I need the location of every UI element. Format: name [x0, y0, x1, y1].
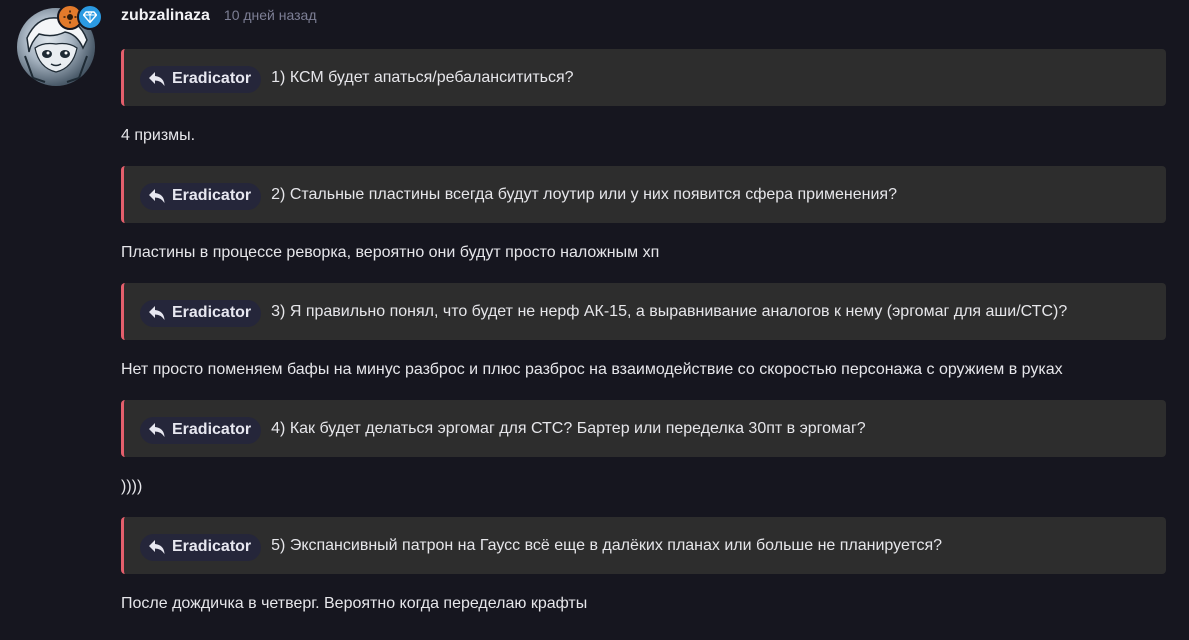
answer-text: 4 призмы.: [121, 127, 196, 144]
reply-arrow-icon: [149, 189, 165, 203]
reply-mention-chip[interactable]: Eradicator: [140, 299, 262, 327]
post-timestamp[interactable]: 10 дней назад: [224, 7, 317, 23]
quote-text: 2) Стальные пластины всегда будут лоутир…: [271, 185, 897, 203]
reply-arrow-icon: [149, 306, 165, 320]
answer-text: Нет просто поменяем бафы на минус разбро…: [121, 361, 1063, 378]
reply-mention-chip[interactable]: Eradicator: [140, 182, 262, 210]
quote-text: 5) Экспансивный патрон на Гаусс всё еще …: [271, 536, 943, 554]
quote-text: 1) КСМ будет апаться/ребалансититься?: [271, 68, 574, 86]
answer-text: После дождичка в четверг. Вероятно когда…: [121, 595, 588, 612]
quote-block: Eradicator 5) Экспансивный патрон на Гау…: [121, 517, 1166, 574]
diamond-badge-icon: [77, 4, 103, 30]
quote-block: Eradicator 2) Стальные пластины всегда б…: [121, 166, 1166, 223]
reply-mention-chip[interactable]: Eradicator: [140, 416, 262, 444]
quote-text: 4) Как будет делаться эргомаг для СТС? Б…: [271, 419, 866, 437]
quote-author: Eradicator: [172, 187, 252, 204]
reply-mention-chip[interactable]: Eradicator: [140, 65, 262, 93]
forum-post: zubzalinaza 10 дней назад Eradicator 1) …: [0, 0, 1189, 640]
quote-block: Eradicator 3) Я правильно понял, что буд…: [121, 283, 1166, 340]
quote-author: Eradicator: [172, 421, 252, 438]
post-header: zubzalinaza 10 дней назад: [121, 7, 317, 29]
quote-block: Eradicator 1) КСМ будет апаться/ребаланс…: [121, 49, 1166, 106]
answer-text: Пластины в процессе реворка, вероятно он…: [121, 244, 660, 261]
reply-arrow-icon: [149, 540, 165, 554]
avatar[interactable]: [17, 4, 103, 86]
quote-author: Eradicator: [172, 70, 252, 87]
quote-author: Eradicator: [172, 304, 252, 321]
answer-text: )))): [121, 478, 143, 495]
username-link[interactable]: zubzalinaza: [121, 7, 210, 25]
reply-mention-chip[interactable]: Eradicator: [140, 533, 262, 561]
post-content: Eradicator 1) КСМ будет апаться/ребаланс…: [121, 49, 1166, 634]
reply-arrow-icon: [149, 72, 165, 86]
quote-author: Eradicator: [172, 538, 252, 555]
reply-arrow-icon: [149, 423, 165, 437]
quote-block: Eradicator 4) Как будет делаться эргомаг…: [121, 400, 1166, 457]
quote-text: 3) Я правильно понял, что будет не нерф …: [271, 302, 1068, 320]
